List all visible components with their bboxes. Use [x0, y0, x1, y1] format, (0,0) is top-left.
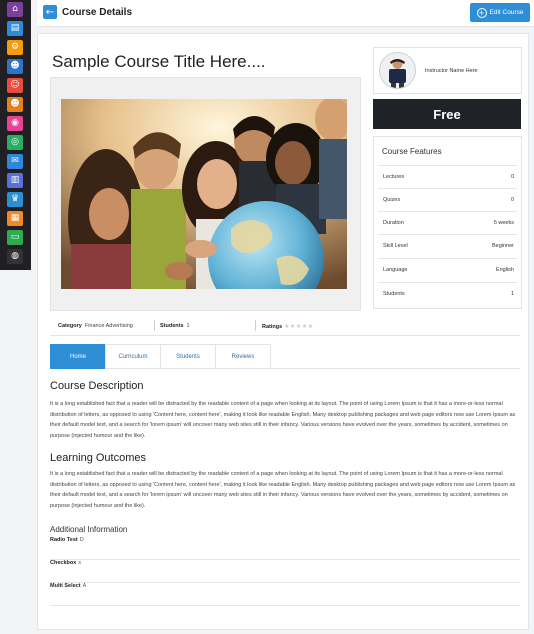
instructor-card[interactable]: Instructor Name Here [373, 47, 522, 94]
edit-course-label: Edit Course [489, 9, 524, 16]
group-icon[interactable]: ☻ [7, 97, 23, 112]
features-heading: Course Features [382, 147, 442, 156]
description-heading: Course Description [50, 380, 144, 392]
back-button[interactable]: ← [43, 5, 57, 19]
course-photo-image [61, 99, 347, 289]
trophy-icon[interactable]: ♛ [7, 192, 23, 207]
feature-label: Students [383, 291, 405, 297]
feature-label: Duration [383, 220, 404, 226]
additional-row-checkbox: Checkbox s [50, 560, 520, 583]
feature-label: Language [383, 267, 408, 273]
sidebar: ⌂ ▤ ⚙ ☻ ☺ ☻ ◉ ◎ ✉ ▥ ♛ ▦ ▭ ◍ [0, 0, 31, 270]
rating-stars-icon: ★★★★★ [284, 323, 314, 330]
additional-label: Radio Test [50, 537, 78, 543]
meta-divider [255, 320, 256, 331]
course-meta-row: Category Finance Advertising Students 1 Ra… [50, 317, 520, 336]
tab-curriculum[interactable]: Curriculum [105, 344, 161, 369]
instructor-avatar-image [380, 53, 415, 88]
feature-row-students: Students 1 [378, 282, 517, 305]
calc-icon[interactable]: ▦ [7, 211, 23, 226]
book-icon[interactable]: ▤ [7, 21, 23, 36]
globe-icon[interactable]: ◍ [7, 249, 23, 264]
avatar [379, 52, 416, 89]
tab-home[interactable]: Home [50, 344, 106, 369]
tab-students[interactable]: Students [160, 344, 216, 369]
instructor-name: Instructor Name Here [425, 68, 478, 74]
students-label: Students [160, 323, 184, 329]
feature-value: Beginner [491, 243, 514, 249]
camera-icon[interactable]: ◉ [7, 116, 23, 131]
feature-row-lectures: Lectures 0 [378, 165, 517, 188]
additional-value: A [82, 583, 87, 589]
course-features-panel: Course Features Lectures 0 Quizes 0 Dura… [373, 136, 522, 309]
plus-circle-icon: + [476, 7, 487, 18]
coins-icon[interactable]: ◎ [7, 135, 23, 150]
course-tabs: Home Curriculum Students Reviews [50, 344, 520, 369]
chart-icon[interactable]: ▥ [7, 173, 23, 188]
description-text: It is a long established fact that a rea… [50, 401, 516, 439]
meta-students: Students 1 [160, 323, 190, 329]
feature-label: Skill Level [383, 243, 408, 249]
feature-value: English [495, 267, 514, 273]
meta-ratings: Ratings ★★★★★ [262, 323, 314, 330]
meta-divider [154, 320, 155, 331]
price-badge: Free [373, 99, 521, 129]
category-value[interactable]: Finance Advertising [85, 323, 133, 329]
edit-course-button[interactable]: + Edit Course [470, 3, 530, 22]
feature-value: 0 [510, 174, 514, 180]
feature-value: 0 [510, 197, 514, 203]
back-arrow-icon: ← [45, 6, 55, 18]
outcomes-heading: Learning Outcomes [50, 452, 146, 464]
mail-icon[interactable]: ✉ [7, 154, 23, 169]
gear-icon[interactable]: ⚙ [7, 40, 23, 55]
additional-row-multi-select: Multi Select A [50, 583, 520, 606]
users-icon[interactable]: ☻ [7, 59, 23, 74]
header-bar: ← Course Details + Edit Course [37, 0, 534, 27]
feature-row-duration: Duration 5 weeks [378, 211, 517, 234]
feature-row-language: Language English [378, 258, 517, 281]
course-card: Sample Course Title Here.... Instructor … [37, 33, 529, 630]
feature-row-quizes: Quizes 0 [378, 188, 517, 211]
ratings-label: Ratings [262, 324, 283, 330]
feature-value: 5 weeks [493, 220, 514, 226]
outcomes-text: It is a long established fact that a rea… [50, 471, 516, 509]
page-title: Course Details [62, 7, 133, 18]
home-icon[interactable]: ⌂ [7, 2, 23, 17]
additional-label: Multi Select [50, 583, 81, 589]
tab-reviews[interactable]: Reviews [215, 344, 271, 369]
category-label: Category [58, 323, 82, 329]
additional-info-heading: Additional Information [50, 525, 128, 534]
course-photo [61, 99, 347, 289]
feature-row-skill-level: Skill Level Beginner [378, 234, 517, 257]
feature-label: Quizes [383, 197, 401, 203]
additional-label: Checkbox [50, 560, 77, 566]
meta-category: Category Finance Advertising [58, 323, 133, 329]
feature-label: Lectures [383, 174, 405, 180]
additional-value: D [79, 537, 84, 543]
course-image-frame [50, 77, 361, 311]
course-title: Sample Course Title Here.... [52, 52, 266, 71]
additional-row-radio-test: Radio Test D [50, 537, 520, 560]
user-icon[interactable]: ☺ [7, 78, 23, 93]
print-icon[interactable]: ▭ [7, 230, 23, 245]
additional-value: s [78, 560, 82, 566]
students-value: 1 [186, 323, 190, 329]
feature-value: 1 [510, 291, 514, 297]
